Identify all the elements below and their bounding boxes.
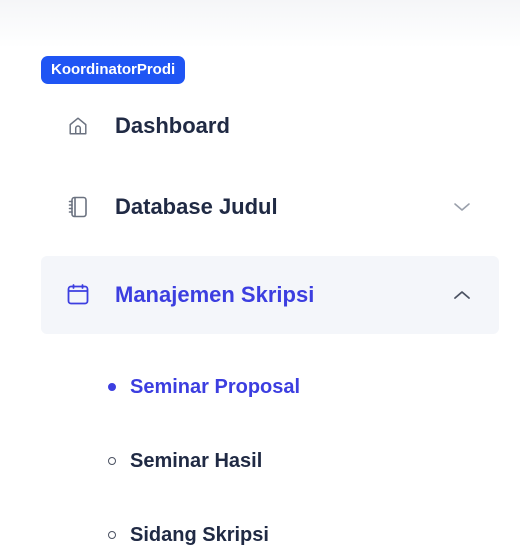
sidebar-menu: Dashboard Database Judul Manajemen Skrip…: [41, 96, 499, 334]
chevron-down-icon[interactable]: [453, 198, 471, 216]
active-bullet-icon: [108, 383, 116, 391]
chevron-up-icon[interactable]: [453, 286, 471, 304]
sidebar-item-label: Database Judul: [115, 194, 278, 219]
sidebar-item-manajemen-skripsi[interactable]: Manajemen Skripsi: [41, 256, 499, 334]
sidebar-item-dashboard[interactable]: Dashboard: [41, 96, 499, 156]
submenu-item-label: Sidang Skripsi: [130, 523, 269, 546]
submenu-manajemen-skripsi: Seminar Proposal Seminar Hasil Sidang Sk…: [108, 350, 468, 558]
header-shadow: [0, 0, 520, 48]
notebook-icon: [65, 194, 91, 220]
home-icon: [65, 113, 91, 139]
role-badge: KoordinatorProdi: [41, 56, 186, 84]
submenu-item-label: Seminar Proposal: [130, 375, 301, 398]
submenu-item-label: Seminar Hasil: [130, 449, 263, 472]
bullet-icon: [108, 531, 116, 539]
sidebar-item-database-judul[interactable]: Database Judul: [41, 168, 499, 246]
submenu-item-seminar-proposal[interactable]: Seminar Proposal: [108, 350, 468, 424]
sidebar-item-label: Manajemen Skripsi: [115, 282, 315, 307]
bullet-icon: [108, 457, 116, 465]
sidebar-item-label: Dashboard: [115, 113, 230, 138]
submenu-item-seminar-hasil[interactable]: Seminar Hasil: [108, 424, 468, 498]
submenu-item-sidang-skripsi[interactable]: Sidang Skripsi: [108, 498, 468, 558]
calendar-icon: [65, 282, 91, 308]
sidebar-page: KoordinatorProdi Dashboard Database Judu…: [0, 0, 520, 558]
